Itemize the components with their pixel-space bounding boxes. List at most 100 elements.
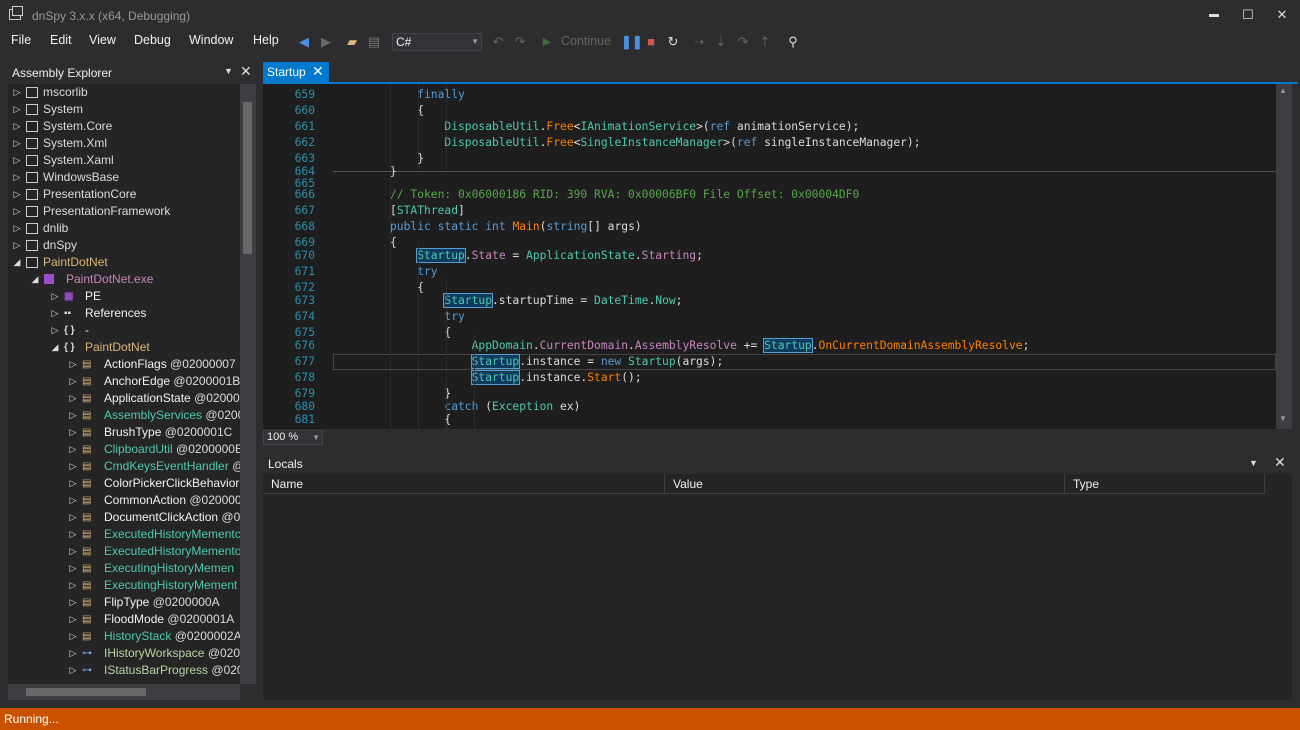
collapsed-arrow-icon[interactable]: ▷: [12, 237, 22, 254]
type-node[interactable]: ▷ ▤ BrushType @0200001C: [68, 424, 240, 441]
type-node[interactable]: ▷ ⊶ IStatusBarProgress @0200: [68, 662, 240, 679]
collapsed-arrow-icon[interactable]: ▷: [68, 577, 78, 594]
assembly-node[interactable]: ▷ System.Core: [12, 118, 240, 135]
expanded-arrow-icon[interactable]: ◢: [50, 339, 60, 356]
collapsed-arrow-icon[interactable]: ▷: [68, 373, 78, 390]
menu-debug[interactable]: Debug: [134, 33, 171, 47]
column-name[interactable]: Name: [263, 474, 665, 494]
close-button[interactable]: ✕: [1271, 6, 1293, 24]
open-folder-icon[interactable]: ▰: [344, 33, 360, 51]
assembly-node[interactable]: ▷ mscorlib: [12, 84, 240, 101]
pause-icon[interactable]: ❚❚: [621, 33, 643, 51]
type-node[interactable]: ▷ ▤ CommonAction @020000: [68, 492, 240, 509]
type-node[interactable]: ▷ ▤ ExecutingHistoryMement: [68, 577, 240, 594]
collapsed-arrow-icon[interactable]: ▷: [50, 305, 60, 322]
scroll-down-icon[interactable]: ▼: [1279, 414, 1287, 423]
editor-vertical-scrollbar[interactable]: ▲ ▼: [1276, 84, 1292, 429]
module-child-node[interactable]: ▷ ▦ PE: [50, 288, 240, 305]
close-icon[interactable]: ✕: [1274, 454, 1286, 471]
save-all-icon[interactable]: ▤: [366, 33, 382, 51]
assembly-node[interactable]: ▷ System: [12, 101, 240, 118]
type-node[interactable]: ▷ ▤ DocumentClickAction @0: [68, 509, 240, 526]
collapsed-arrow-icon[interactable]: ▷: [68, 526, 78, 543]
maximize-button[interactable]: ☐: [1237, 6, 1259, 24]
highlighted-reference[interactable]: Startup: [763, 338, 813, 353]
collapsed-arrow-icon[interactable]: ▷: [68, 424, 78, 441]
type-node[interactable]: ▷ ▤ AnchorEdge @0200001B: [68, 373, 240, 390]
assembly-node[interactable]: ◢ PaintDotNet: [12, 254, 240, 271]
code-editor[interactable]: 659 finally 660{661 DisposableUtil.Free<IAn…: [263, 84, 1276, 429]
assembly-node[interactable]: ▷ PresentationCore: [12, 186, 240, 203]
collapsed-arrow-icon[interactable]: ▷: [12, 203, 22, 220]
assembly-node[interactable]: ▷ WindowsBase: [12, 169, 240, 186]
assembly-tree[interactable]: ▷ mscorlib ▷ System ▷ System.Core ▷ System.Xml ▷…: [8, 84, 240, 684]
collapsed-arrow-icon[interactable]: ▷: [68, 475, 78, 492]
collapsed-arrow-icon[interactable]: ▷: [12, 84, 22, 101]
assembly-node[interactable]: ▷ System.Xml: [12, 135, 240, 152]
panel-menu-icon[interactable]: ▼: [224, 66, 233, 76]
collapsed-arrow-icon[interactable]: ▷: [68, 662, 78, 679]
type-node[interactable]: ▷ ▤ ClipboardUtil @0200000E: [68, 441, 240, 458]
close-icon[interactable]: ✕: [240, 63, 252, 80]
type-node[interactable]: ▷ ▤ ExecutingHistoryMemen: [68, 560, 240, 577]
back-icon[interactable]: ◀: [296, 33, 312, 51]
expanded-arrow-icon[interactable]: ◢: [12, 254, 22, 271]
collapsed-arrow-icon[interactable]: ▷: [12, 169, 22, 186]
expanded-arrow-icon[interactable]: ◢: [30, 271, 40, 288]
undo-icon[interactable]: ↶: [490, 33, 506, 51]
menu-edit[interactable]: Edit: [50, 33, 72, 47]
collapsed-arrow-icon[interactable]: ▷: [12, 118, 22, 135]
panel-menu-icon[interactable]: ▼: [1249, 458, 1258, 468]
collapsed-arrow-icon[interactable]: ▷: [12, 152, 22, 169]
assembly-node[interactable]: ▷ dnSpy: [12, 237, 240, 254]
collapsed-arrow-icon[interactable]: ▷: [68, 458, 78, 475]
search-icon[interactable]: ⚲: [785, 33, 801, 51]
tree-scroll-thumb[interactable]: [243, 102, 252, 254]
type-node[interactable]: ▷ ▤ ExecutedHistoryMemento: [68, 543, 240, 560]
collapsed-arrow-icon[interactable]: ▷: [12, 101, 22, 118]
continue-button[interactable]: Continue: [561, 34, 611, 48]
collapsed-arrow-icon[interactable]: ▷: [68, 543, 78, 560]
menu-file[interactable]: File: [11, 33, 31, 47]
highlighted-reference[interactable]: Startup: [470, 354, 521, 369]
module-node[interactable]: ◢ PaintDotNet.exe: [30, 271, 240, 288]
menu-window[interactable]: Window: [189, 33, 233, 47]
type-node[interactable]: ▷ ▤ ColorPickerClickBehavior: [68, 475, 240, 492]
collapsed-arrow-icon[interactable]: ▷: [68, 645, 78, 662]
type-node[interactable]: ▷ ▤ CmdKeysEventHandler @: [68, 458, 240, 475]
collapsed-arrow-icon[interactable]: ▷: [68, 441, 78, 458]
collapsed-arrow-icon[interactable]: ▷: [68, 509, 78, 526]
column-value[interactable]: Value: [665, 474, 1065, 494]
collapsed-arrow-icon[interactable]: ▷: [68, 492, 78, 509]
tab-startup[interactable]: Startup ✕: [263, 62, 329, 82]
locals-grid[interactable]: Name Value Type: [263, 474, 1292, 700]
collapsed-arrow-icon[interactable]: ▷: [12, 186, 22, 203]
type-node[interactable]: ▷ ▤ HistoryStack @0200002A: [68, 628, 240, 645]
zoom-select[interactable]: 100 % ▼: [263, 430, 323, 445]
assembly-node[interactable]: ▷ PresentationFramework: [12, 203, 240, 220]
collapsed-arrow-icon[interactable]: ▷: [68, 407, 78, 424]
type-node[interactable]: ▷ ⊶ IHistoryWorkspace @0200: [68, 645, 240, 662]
highlighted-reference[interactable]: Startup: [470, 370, 521, 385]
forward-icon[interactable]: ▶: [318, 33, 334, 51]
type-node[interactable]: ▷ ▤ ExecutedHistoryMementc: [68, 526, 240, 543]
close-icon[interactable]: ✕: [312, 63, 324, 80]
assembly-node[interactable]: ▷ System.Xaml: [12, 152, 240, 169]
show-next-statement-icon[interactable]: ➝: [692, 33, 706, 51]
tree-hscroll-thumb[interactable]: [26, 688, 146, 696]
collapsed-arrow-icon[interactable]: ▷: [12, 220, 22, 237]
collapsed-arrow-icon[interactable]: ▷: [68, 611, 78, 628]
type-node[interactable]: ▷ ▤ ApplicationState @020000: [68, 390, 240, 407]
menu-help[interactable]: Help: [253, 33, 279, 47]
type-node[interactable]: ▷ ▤ FloodMode @0200001A: [68, 611, 240, 628]
step-into-icon[interactable]: ⇣: [714, 33, 728, 51]
play-icon[interactable]: ▶: [541, 33, 553, 51]
module-child-node[interactable]: ◢ { } PaintDotNet: [50, 339, 240, 356]
collapsed-arrow-icon[interactable]: ▷: [68, 356, 78, 373]
language-select[interactable]: C# ▼: [392, 33, 482, 51]
type-node[interactable]: ▷ ▤ AssemblyServices @02000: [68, 407, 240, 424]
restart-icon[interactable]: ↻: [665, 33, 681, 51]
minimize-button[interactable]: ▬: [1203, 6, 1225, 24]
module-child-node[interactable]: ▷ ▪▪ References: [50, 305, 240, 322]
step-out-icon[interactable]: ⇡: [758, 33, 772, 51]
